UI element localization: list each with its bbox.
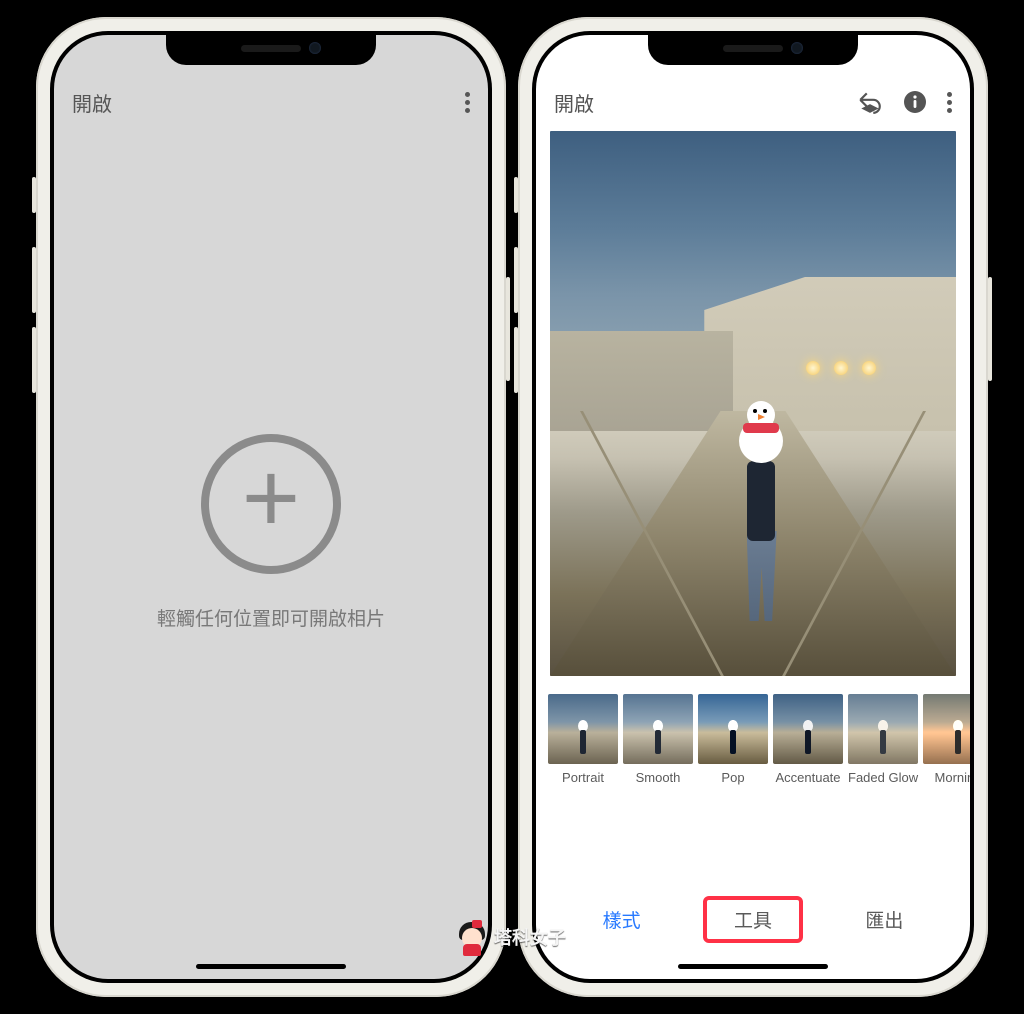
filter-accentuate[interactable]: Accentuate [773,694,843,785]
more-icon[interactable] [465,92,470,113]
phone-mockup-right: 開啟 [518,17,988,997]
volume-down [514,327,518,393]
mute-switch [32,177,36,213]
filter-morning[interactable]: Morning [923,694,970,785]
tab-styles[interactable]: 樣式 [556,892,687,947]
person-figure [729,401,793,621]
snapseed-editor-screen: 開啟 [536,35,970,979]
open-photo-area[interactable]: + 輕觸任何位置即可開啟相片 [54,125,488,979]
watermark-text: 塔科女子 [494,924,566,950]
power-button [988,277,992,381]
notch [166,31,376,65]
notch [648,31,858,65]
watermark: 塔科女子 [458,920,566,954]
snapseed-empty-screen[interactable]: 開啟 + 輕觸任何位置即可開啟相片 [54,35,488,979]
filter-smooth[interactable]: Smooth [623,694,693,785]
watermark-avatar-icon [458,920,486,954]
photo-preview[interactable] [536,131,970,676]
open-button[interactable]: 開啟 [554,88,594,117]
mute-switch [514,177,518,213]
tab-tools[interactable]: 工具 [687,892,818,947]
filter-pop[interactable]: Pop [698,694,768,785]
tab-export[interactable]: 匯出 [819,892,950,947]
power-button [506,277,510,381]
volume-up [514,247,518,313]
undo-stack-icon[interactable] [857,89,883,115]
snowman-sticker [733,401,789,471]
open-prompt-text: 輕觸任何位置即可開啟相片 [157,604,385,631]
home-indicator[interactable] [678,964,828,969]
plus-circle-icon: + [201,434,341,574]
volume-up [32,247,36,313]
home-indicator[interactable] [196,964,346,969]
more-icon[interactable] [947,92,952,113]
filter-portrait[interactable]: Portrait [548,694,618,785]
info-icon[interactable] [903,90,927,114]
phone-mockup-left: 開啟 + 輕觸任何位置即可開啟相片 [36,17,506,997]
filter-strip[interactable]: Portrait Smooth Pop Accentuate Faded Glo… [536,676,970,789]
volume-down [32,327,36,393]
open-button[interactable]: 開啟 [72,88,112,117]
filter-faded-glow[interactable]: Faded Glow [848,694,918,785]
